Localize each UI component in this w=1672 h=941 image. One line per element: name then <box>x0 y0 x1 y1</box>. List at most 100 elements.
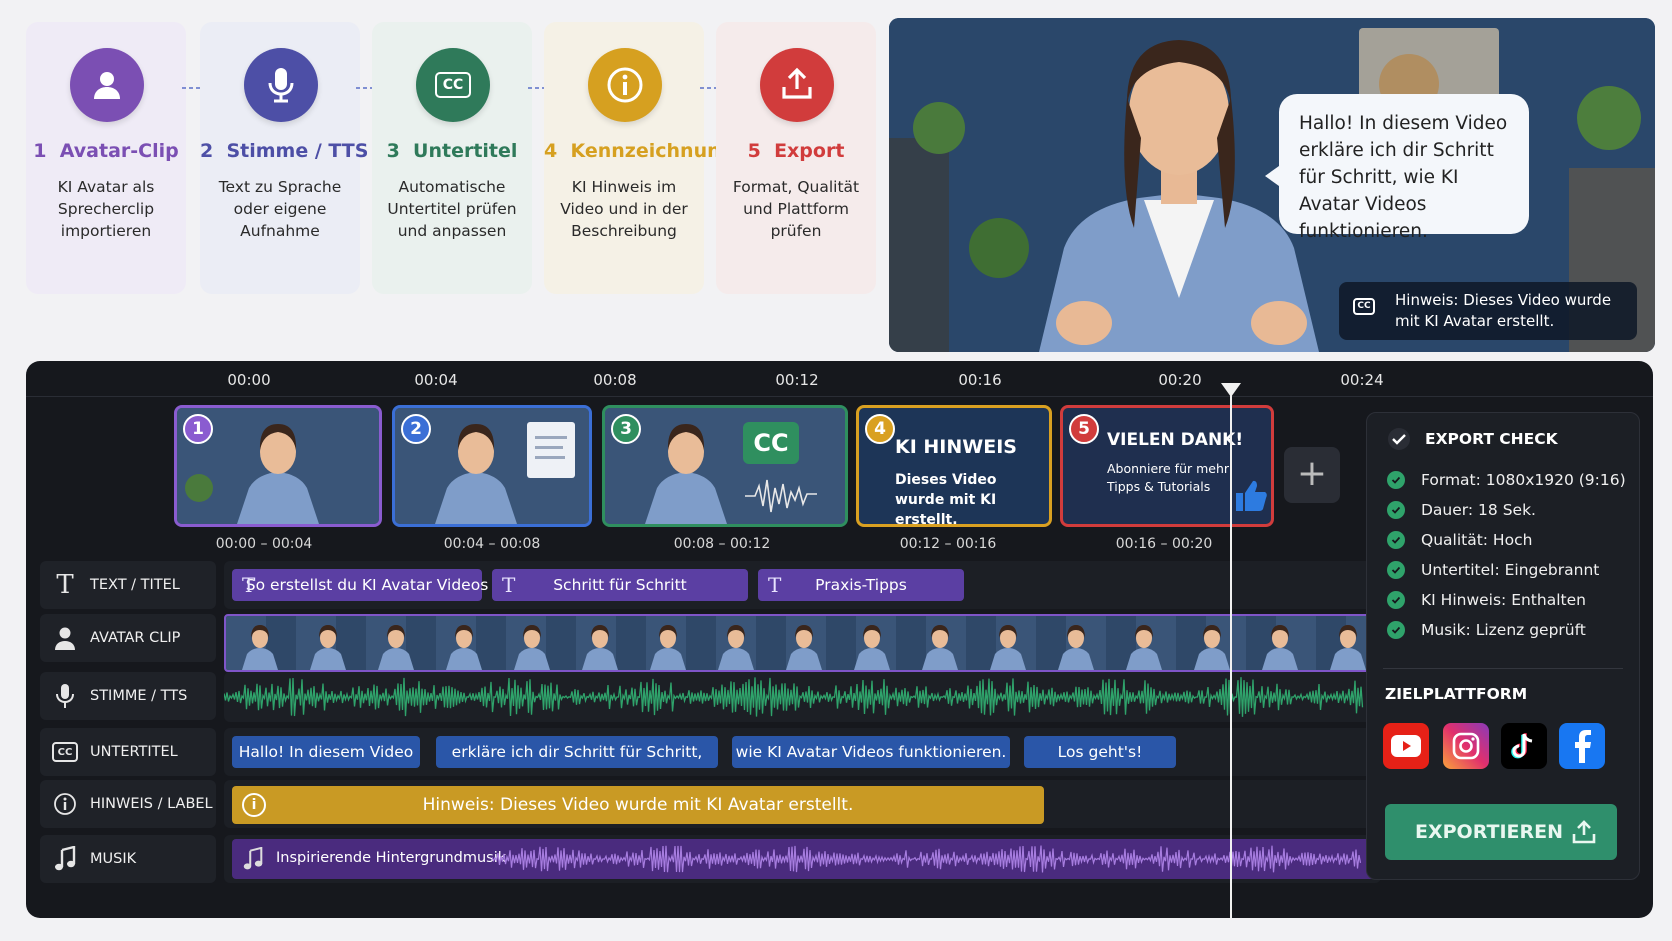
step-description: KI Hinweis im Video und in der Beschreib… <box>560 178 688 240</box>
check-icon <box>1387 561 1405 579</box>
avatar-clip-strip[interactable] <box>224 614 1381 672</box>
check-icon <box>1388 428 1410 450</box>
step-description: KI Avatar als Sprecherclip importieren <box>57 178 155 240</box>
step-export: 5 Export Format, Qualität und Plattform … <box>716 22 876 294</box>
export-button[interactable]: EXPORTIEREN <box>1385 804 1617 860</box>
tick-label: 00:08 <box>593 371 637 389</box>
clip-number-badge: 3 <box>611 414 641 444</box>
lane-text: T So erstellst du KI Avatar Videos T Schri… <box>224 561 1381 609</box>
clip-time-range: 00:08 – 00:12 <box>673 536 771 552</box>
step-description: Automatische Untertitel prüfen und anpas… <box>387 178 517 240</box>
tick-label: 00:24 <box>1340 371 1384 389</box>
clip-4[interactable]: 4 KI HINWEIS Dieses Video wurde mit KI e… <box>856 405 1052 527</box>
subtitle-segment[interactable]: wie KI Avatar Videos funktionieren. <box>732 736 1010 768</box>
lane-music: Inspirierende Hintergrundmusik <box>224 835 1381 883</box>
check-icon <box>1387 471 1405 489</box>
clip-number-badge: 4 <box>865 414 895 444</box>
video-preview[interactable]: Hallo! In diesem Video erkläre ich dir S… <box>889 18 1655 352</box>
check-item: KI Hinweis: Enthalten <box>1387 591 1586 609</box>
tick-label: 00:16 <box>958 371 1002 389</box>
step-untertitel: CC 3 Untertitel Automatische Untertitel … <box>372 22 532 294</box>
clip-time-range: 00:16 – 00:20 <box>1115 536 1213 552</box>
tick-label: 00:04 <box>414 371 458 389</box>
subtitle-segment[interactable]: Los geht's! <box>1024 736 1176 768</box>
clip-title: VIELEN DANK! <box>1107 430 1244 450</box>
info-icon <box>588 48 662 122</box>
step-title: 2 Stimme / TTS <box>200 140 369 162</box>
lane-voice <box>224 672 1381 722</box>
facebook-icon[interactable] <box>1559 723 1605 769</box>
step-title: 3 Untertitel <box>386 140 518 162</box>
clip-2[interactable]: 2 <box>392 405 592 527</box>
track-label-subtitles[interactable]: CC UNTERTITEL <box>40 728 216 776</box>
track-label-voice[interactable]: STIMME / TTS <box>40 672 216 720</box>
add-clip-button[interactable]: + <box>1284 447 1340 503</box>
cc-icon: CC <box>1353 298 1375 315</box>
subtitle-segment[interactable]: Hallo! In diesem Video <box>232 736 420 768</box>
step-kennzeichnung: 4 Kennzeichnung KI Hinweis im Video und … <box>544 22 734 294</box>
instagram-icon[interactable] <box>1443 723 1489 769</box>
clip-time-range: 00:12 – 00:16 <box>899 536 997 552</box>
platform-title: ZIELPLATTFORM <box>1385 685 1528 703</box>
hint-segment[interactable]: i Hinweis: Dieses Video wurde mit KI Ava… <box>232 786 1044 824</box>
info-icon <box>40 780 90 828</box>
voice-waveform[interactable] <box>224 672 1381 722</box>
text-icon: T <box>242 573 256 597</box>
microphone-icon <box>244 48 318 122</box>
ai-hint-caption: CC Hinweis: Dieses Video wurde mit KI Av… <box>1339 282 1637 340</box>
lane-subtitles: Hallo! In diesem Video erkläre ich dir S… <box>224 728 1381 776</box>
cc-icon: CC <box>743 422 799 464</box>
check-item: Musik: Lizenz geprüft <box>1387 621 1586 639</box>
text-icon: T <box>56 570 74 600</box>
upload-icon <box>760 48 834 122</box>
clip-subtitle: Dieses Video wurde mit KI erstellt. <box>895 472 997 527</box>
workflow-steps: 1 Avatar-Clip KI Avatar als Sprecherclip… <box>26 22 876 294</box>
check-item: Qualität: Hoch <box>1387 531 1532 549</box>
info-icon: i <box>242 793 266 817</box>
check-icon <box>1387 501 1405 519</box>
music-note-icon <box>40 835 90 883</box>
clip-time-range: 00:04 – 00:08 <box>443 536 541 552</box>
text-segment[interactable]: T Praxis-Tipps <box>758 569 964 601</box>
clip-1[interactable]: 1 <box>174 405 382 527</box>
tiktok-icon[interactable] <box>1501 723 1547 769</box>
thumbs-up-icon <box>1236 480 1267 511</box>
check-item: Untertitel: Eingebrannt <box>1387 561 1599 579</box>
avatar-frames <box>242 625 1366 670</box>
hint-text: Hinweis: Dieses Video wurde mit KI Avata… <box>1395 291 1612 330</box>
microphone-icon <box>40 672 90 720</box>
music-title: Inspirierende Hintergrundmusik <box>276 850 507 866</box>
track-label-music[interactable]: MUSIK <box>40 835 216 883</box>
step-description: Format, Qualität und Plattform prüfen <box>732 178 860 240</box>
clip-3[interactable]: CC 3 <box>602 405 848 527</box>
step-title: 5 Export <box>747 140 845 162</box>
step-description: Text zu Sprache oder eigene Aufnahme <box>218 178 342 240</box>
step-title: 1 Avatar-Clip <box>33 140 179 162</box>
text-icon: T <box>768 573 782 597</box>
cc-icon: CC <box>416 48 490 122</box>
clip-title: KI HINWEIS <box>895 436 1017 458</box>
tick-label: 00:12 <box>775 371 819 389</box>
text-segment[interactable]: T Schritt für Schritt <box>492 569 748 601</box>
track-label-text[interactable]: T TEXT / TITEL <box>40 561 216 609</box>
export-check-panel: EXPORT CHECK Format: 1080x1920 (9:16) Da… <box>1366 412 1640 880</box>
text-segment[interactable]: T So erstellst du KI Avatar Videos <box>232 569 488 601</box>
music-segment[interactable]: Inspirierende Hintergrundmusik <box>232 839 1377 879</box>
clip-subtitle: Abonniere für mehr Tipps & Tutorials <box>1107 461 1230 494</box>
text-icon: T <box>502 573 516 597</box>
clip-time-range: 00:00 – 00:04 <box>215 536 313 552</box>
youtube-icon[interactable] <box>1383 723 1429 769</box>
check-item: Format: 1080x1920 (9:16) <box>1387 471 1626 489</box>
clip-number-badge: 1 <box>183 414 213 444</box>
lane-avatar <box>224 614 1381 672</box>
track-label-avatar[interactable]: AVATAR CLIP <box>40 614 216 662</box>
clip-5[interactable]: 5 VIELEN DANK! Abonniere für mehr Tipps … <box>1060 405 1274 527</box>
subtitle-segment[interactable]: erkläre ich dir Schritt für Schritt, <box>436 736 718 768</box>
time-ruler[interactable]: 00:00 00:04 00:08 00:12 00:16 00:20 00:2… <box>26 361 1653 397</box>
playhead[interactable] <box>1221 383 1241 918</box>
tick-label: 00:20 <box>1158 371 1202 389</box>
step-avatar-clip: 1 Avatar-Clip KI Avatar als Sprecherclip… <box>26 22 186 294</box>
track-label-hint[interactable]: HINWEIS / LABEL <box>40 780 216 828</box>
person-icon <box>70 48 144 122</box>
check-icon <box>1387 621 1405 639</box>
